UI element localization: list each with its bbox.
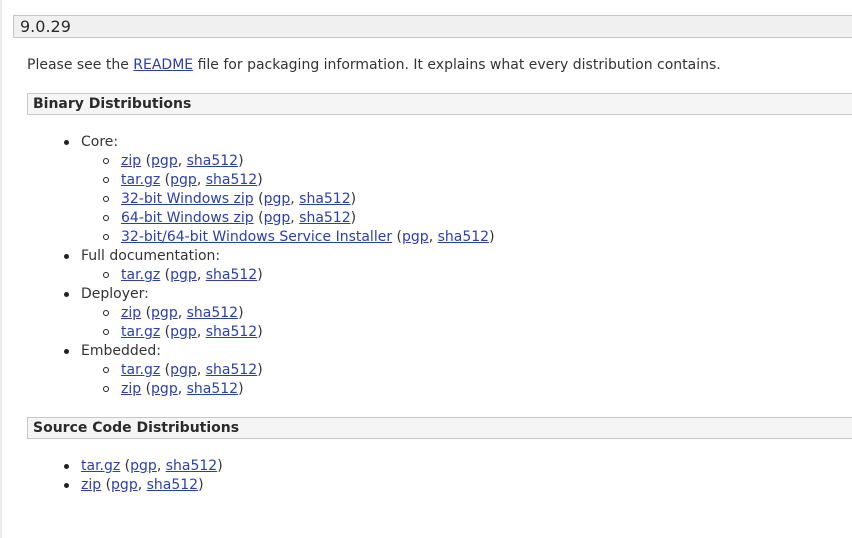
- core-downloads: zip (pgp, sha512) tar.gz (pgp, sha512) 3…: [81, 152, 495, 247]
- download-link[interactable]: zip: [121, 153, 141, 169]
- bullet-circle: [103, 272, 109, 278]
- bullet-circle: [103, 158, 109, 164]
- sha512-link[interactable]: sha512: [438, 229, 489, 245]
- download-link[interactable]: 64-bit Windows zip: [121, 210, 254, 226]
- sha512-link[interactable]: sha512: [206, 267, 257, 283]
- bullet-disc: [64, 292, 69, 297]
- download-item: tar.gz (pgp, sha512): [100, 266, 495, 285]
- binary-distributions-header: Binary Distributions: [27, 93, 852, 115]
- bullet-circle: [103, 310, 109, 316]
- bullet-circle: [103, 215, 109, 221]
- version-title: 9.0.29: [20, 17, 71, 36]
- source-download-list: tar.gz (pgp, sha512) zip (pgp, sha512): [62, 457, 223, 495]
- download-link[interactable]: tar.gz: [121, 172, 160, 188]
- pgp-link[interactable]: pgp: [264, 210, 291, 226]
- deployer-downloads: zip (pgp, sha512) tar.gz (pgp, sha512): [81, 304, 495, 342]
- bullet-circle: [103, 386, 109, 392]
- download-link[interactable]: 32-bit/64-bit Windows Service Installer: [121, 229, 392, 245]
- group-full-documentation: Full documentation: tar.gz (pgp, sha512): [62, 247, 495, 285]
- group-deployer: Deployer: zip (pgp, sha512) tar.gz (pgp,…: [62, 285, 495, 342]
- bullet-disc: [64, 483, 69, 488]
- download-item: 32-bit/64-bit Windows Service Installer …: [100, 228, 495, 247]
- sha512-link[interactable]: sha512: [206, 362, 257, 378]
- sha512-link[interactable]: sha512: [299, 191, 350, 207]
- group-label: Embedded:: [81, 343, 161, 359]
- bullet-circle: [103, 196, 109, 202]
- pgp-link[interactable]: pgp: [402, 229, 429, 245]
- page-left-border: [0, 0, 2, 538]
- source-distributions-title: Source Code Distributions: [33, 420, 240, 436]
- embedded-downloads: tar.gz (pgp, sha512) zip (pgp, sha512): [81, 361, 495, 399]
- sha512-link[interactable]: sha512: [166, 458, 217, 474]
- bullet-disc: [64, 349, 69, 354]
- readme-link[interactable]: README: [133, 57, 193, 73]
- pgp-link[interactable]: pgp: [111, 477, 138, 493]
- group-label: Core:: [81, 134, 119, 150]
- download-item: tar.gz (pgp, sha512): [62, 457, 223, 476]
- download-item: zip (pgp, sha512): [100, 304, 495, 323]
- download-link[interactable]: tar.gz: [121, 267, 160, 283]
- group-label: Full documentation:: [81, 248, 221, 264]
- bullet-circle: [103, 234, 109, 240]
- binary-distributions-title: Binary Distributions: [33, 96, 192, 112]
- download-item: tar.gz (pgp, sha512): [100, 171, 495, 190]
- sha512-link[interactable]: sha512: [187, 305, 238, 321]
- bullet-circle: [103, 367, 109, 373]
- download-link[interactable]: zip: [81, 477, 101, 493]
- download-link[interactable]: zip: [121, 305, 141, 321]
- pgp-link[interactable]: pgp: [170, 362, 197, 378]
- download-item: 64-bit Windows zip (pgp, sha512): [100, 209, 495, 228]
- binary-group-list: Core: zip (pgp, sha512) tar.gz (pgp, sha…: [62, 133, 495, 399]
- download-link[interactable]: tar.gz: [81, 458, 120, 474]
- pgp-link[interactable]: pgp: [170, 324, 197, 340]
- sha512-link[interactable]: sha512: [206, 324, 257, 340]
- download-link[interactable]: tar.gz: [121, 362, 160, 378]
- pgp-link[interactable]: pgp: [170, 172, 197, 188]
- pgp-link[interactable]: pgp: [130, 458, 157, 474]
- group-core: Core: zip (pgp, sha512) tar.gz (pgp, sha…: [62, 133, 495, 247]
- download-link[interactable]: tar.gz: [121, 324, 160, 340]
- download-item: zip (pgp, sha512): [100, 380, 495, 399]
- pgp-link[interactable]: pgp: [264, 191, 291, 207]
- intro-before: Please see the: [27, 57, 134, 73]
- group-label: Deployer:: [81, 286, 149, 302]
- pgp-link[interactable]: pgp: [151, 153, 178, 169]
- sha512-link[interactable]: sha512: [299, 210, 350, 226]
- intro-text: Please see the README file for packaging…: [27, 55, 721, 75]
- bullet-disc: [64, 140, 69, 145]
- pgp-link[interactable]: pgp: [151, 305, 178, 321]
- download-item: zip (pgp, sha512): [62, 476, 223, 495]
- intro-after: file for packaging information. It expla…: [193, 57, 721, 73]
- bullet-disc: [64, 464, 69, 469]
- pgp-link[interactable]: pgp: [170, 267, 197, 283]
- download-item: tar.gz (pgp, sha512): [100, 323, 495, 342]
- download-link[interactable]: 32-bit Windows zip: [121, 191, 254, 207]
- download-item: zip (pgp, sha512): [100, 152, 495, 171]
- sha512-link[interactable]: sha512: [187, 153, 238, 169]
- sha512-link[interactable]: sha512: [206, 172, 257, 188]
- download-item: 32-bit Windows zip (pgp, sha512): [100, 190, 495, 209]
- download-item: tar.gz (pgp, sha512): [100, 361, 495, 380]
- docs-downloads: tar.gz (pgp, sha512): [81, 266, 495, 285]
- sha512-link[interactable]: sha512: [187, 381, 238, 397]
- sha512-link[interactable]: sha512: [147, 477, 198, 493]
- source-distributions-header: Source Code Distributions: [27, 417, 852, 439]
- group-embedded: Embedded: tar.gz (pgp, sha512) zip (pgp,…: [62, 342, 495, 399]
- pgp-link[interactable]: pgp: [151, 381, 178, 397]
- download-link[interactable]: zip: [121, 381, 141, 397]
- bullet-circle: [103, 177, 109, 183]
- bullet-disc: [64, 254, 69, 259]
- bullet-circle: [103, 329, 109, 335]
- version-header: 9.0.29: [13, 15, 852, 38]
